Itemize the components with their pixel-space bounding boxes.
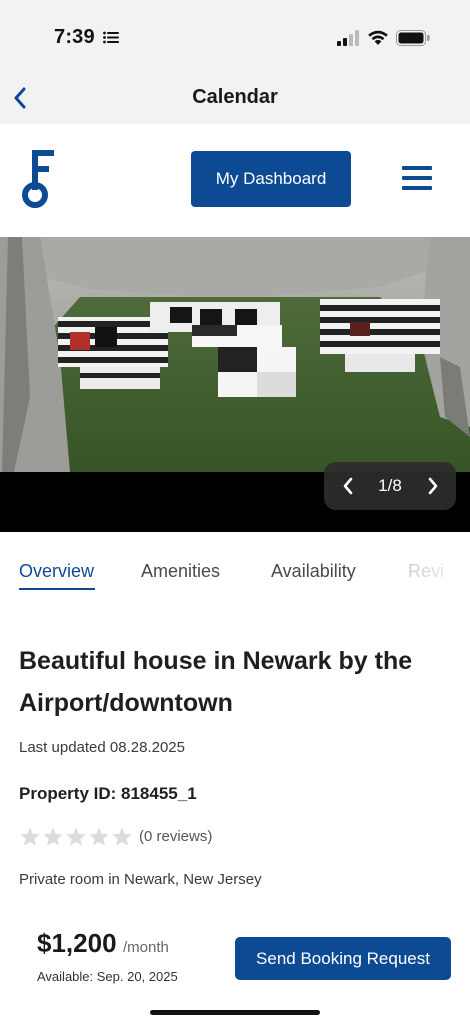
photo-counter: 1/8 xyxy=(378,476,402,495)
star-icon xyxy=(20,827,40,846)
star-icon xyxy=(112,827,132,846)
focus-list-icon xyxy=(103,31,119,44)
chevron-right-icon xyxy=(428,477,438,495)
page-title: Calendar xyxy=(192,86,278,108)
star-icon xyxy=(89,827,109,846)
send-booking-request-button[interactable]: Send Booking Request xyxy=(235,937,451,980)
tab-amenities[interactable]: Amenities xyxy=(141,561,220,582)
previous-photo-button[interactable] xyxy=(336,472,360,500)
price: $1,200 xyxy=(37,928,117,958)
status-bar: 7:39 xyxy=(0,0,470,72)
last-updated: Last updated 08.28.2025 xyxy=(19,739,185,756)
active-tab-indicator xyxy=(19,588,95,590)
star-icon xyxy=(43,827,63,846)
tab-overview[interactable]: Overview xyxy=(19,561,94,582)
tab-availability[interactable]: Availability xyxy=(271,561,356,582)
available-date: Available: Sep. 20, 2025 xyxy=(37,969,178,984)
reviews-count[interactable]: (0 reviews) xyxy=(139,828,212,845)
chevron-left-icon xyxy=(343,477,353,495)
hamburger-menu-icon[interactable] xyxy=(401,164,433,192)
key-logo-icon[interactable] xyxy=(20,148,56,210)
next-photo-button[interactable] xyxy=(421,472,445,500)
my-dashboard-button[interactable]: My Dashboard xyxy=(191,151,351,207)
back-button[interactable] xyxy=(8,84,32,112)
nav-header: Calendar xyxy=(0,72,470,124)
star-icon xyxy=(66,827,86,846)
status-time: 7:39 xyxy=(54,26,95,48)
battery-icon xyxy=(396,30,430,46)
price-unit: /month xyxy=(123,939,169,956)
cellular-signal-icon xyxy=(337,30,359,46)
wifi-icon xyxy=(368,30,388,45)
tab-reviews[interactable]: Revi xyxy=(408,561,444,582)
home-indicator xyxy=(150,1010,320,1015)
listing-title: Beautiful house in Newark by the Airport… xyxy=(19,647,413,717)
property-id: Property ID: 818455_1 xyxy=(19,784,197,803)
chevron-left-icon xyxy=(14,87,26,109)
room-location: Private room in Newark, New Jersey xyxy=(19,871,262,888)
rating-stars xyxy=(19,826,133,850)
